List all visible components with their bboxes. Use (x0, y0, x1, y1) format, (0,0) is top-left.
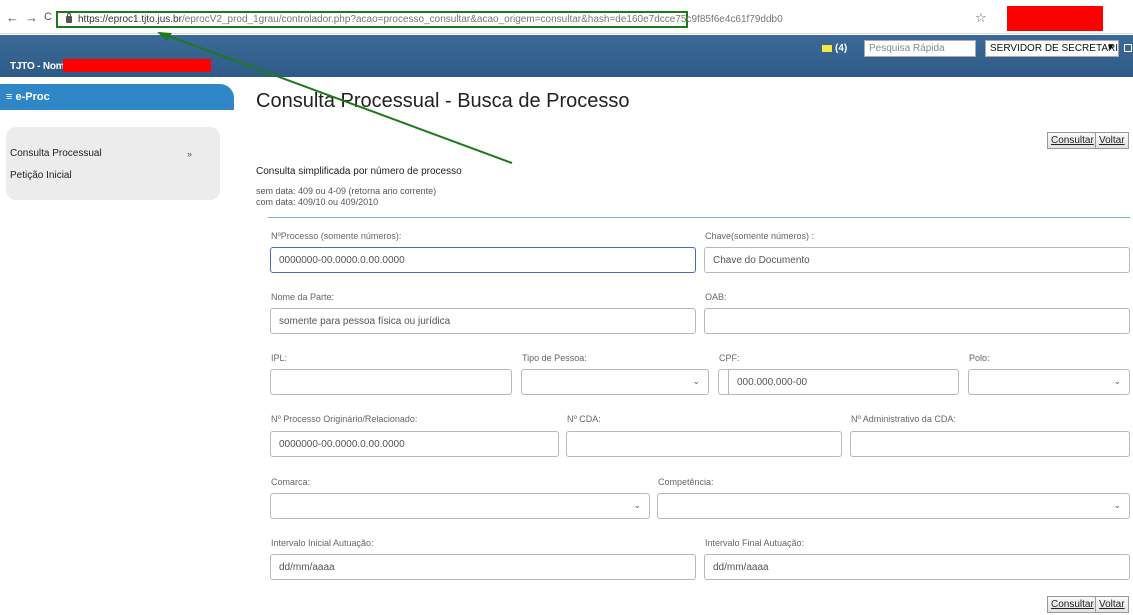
hint-sem-data: sem data: 409 ou 4-09 (retorna ano corre… (256, 186, 437, 196)
sidebar-item-peticao-inicial[interactable]: Petição Inicial (10, 170, 72, 181)
dropdown-arrow-icon: ▼ (1106, 42, 1115, 52)
sidebar-menu: Consulta Processual » Petição Inicial (6, 127, 220, 200)
cpf-label: CPF: (719, 353, 740, 363)
voltar-button-top[interactable]: Voltar (1095, 132, 1129, 149)
intervalo-final-label: Intervalo Final Autuação: (705, 538, 805, 548)
section-title: Consulta simplificada por número de proc… (256, 166, 462, 177)
competencia-select[interactable]: ⌄ (657, 493, 1130, 519)
voltar-button-bottom[interactable]: Voltar (1095, 596, 1129, 613)
app-header: TJTO - Nome: (4) SERVIDOR DE SECRETARIA … (0, 35, 1133, 77)
consultar-button-top[interactable]: Consultar (1047, 132, 1098, 149)
intervalo-final-input[interactable] (704, 554, 1130, 580)
divider (268, 217, 1130, 218)
ipl-label: IPL: (271, 353, 288, 363)
polo-select[interactable]: ⌄ (968, 369, 1130, 395)
chevron-down-icon: ⌄ (1113, 500, 1121, 510)
hint-com-data: com data: 409/10 ou 409/2010 (256, 197, 379, 207)
redacted-user-name (63, 59, 211, 72)
role-select[interactable]: SERVIDOR DE SECRETARIA (T. ▼ (985, 40, 1119, 57)
quick-search-input[interactable] (864, 40, 976, 57)
chevron-right-icon[interactable]: » (187, 149, 192, 159)
chave-input[interactable] (704, 247, 1130, 273)
back-icon[interactable]: ← (6, 11, 19, 24)
intervalo-inicial-label: Intervalo Inicial Autuação: (271, 538, 374, 548)
oab-input[interactable] (704, 308, 1130, 334)
tipo-pessoa-select[interactable]: ⌄ (521, 369, 709, 395)
chave-label: Chave(somente números) : (705, 231, 815, 241)
forward-icon[interactable]: → (25, 11, 38, 24)
cpf-input[interactable] (728, 369, 959, 395)
logout-icon[interactable] (1124, 44, 1132, 52)
adm-cda-label: Nº Administrativo da CDA: (851, 414, 956, 424)
page-title: Consulta Processual - Busca de Processo (256, 90, 630, 112)
brand-bar[interactable]: ≡ e-Proc (0, 84, 234, 110)
mail-icon[interactable] (822, 45, 832, 52)
brand-logo: ≡ e-Proc (6, 91, 50, 103)
comarca-label: Comarca: (271, 477, 311, 487)
polo-label: Polo: (969, 353, 990, 363)
url-text: https://eproc1.tjto.jus.br/eprocV2_prod_… (78, 14, 783, 25)
cda-label: Nº CDA: (567, 414, 601, 424)
nprocesso-input[interactable] (270, 247, 696, 273)
nprocesso-label: NºProcesso (somente números): (271, 231, 402, 241)
adm-cda-input[interactable] (850, 431, 1130, 457)
cda-input[interactable] (566, 431, 842, 457)
chevron-down-icon: ⌄ (692, 376, 700, 386)
tipo-pessoa-label: Tipo de Pessoa: (522, 353, 587, 363)
address-bar[interactable]: https://eproc1.tjto.jus.br/eprocV2_prod_… (56, 11, 783, 28)
chevron-down-icon: ⌄ (1113, 376, 1121, 386)
cpf-prefix (718, 369, 728, 395)
proc-originario-input[interactable] (270, 431, 559, 457)
reload-icon[interactable]: C (44, 11, 52, 24)
comarca-select[interactable]: ⌄ (270, 493, 650, 519)
redacted-profile (1007, 6, 1103, 31)
ipl-input[interactable] (270, 369, 512, 395)
competencia-label: Competência: (658, 477, 714, 487)
nome-parte-label: Nome da Parte: (271, 292, 335, 302)
proc-originario-label: Nº Processo Originário/Relacionado: (271, 414, 418, 424)
consultar-button-bottom[interactable]: Consultar (1047, 596, 1098, 613)
oab-label: OAB: (705, 292, 727, 302)
sidebar-item-consulta-processual[interactable]: Consulta Processual (10, 148, 102, 159)
nome-parte-input[interactable] (270, 308, 696, 334)
role-select-value: SERVIDOR DE SECRETARIA (T. (990, 43, 1119, 54)
chevron-down-icon: ⌄ (633, 500, 641, 510)
browser-toolbar: ← → C https://eproc1.tjto.jus.br/eprocV2… (0, 0, 1133, 34)
intervalo-inicial-input[interactable] (270, 554, 696, 580)
mail-count[interactable]: (4) (835, 43, 847, 54)
bookmark-star-icon[interactable]: ☆ (975, 10, 987, 26)
lock-icon (66, 13, 72, 23)
